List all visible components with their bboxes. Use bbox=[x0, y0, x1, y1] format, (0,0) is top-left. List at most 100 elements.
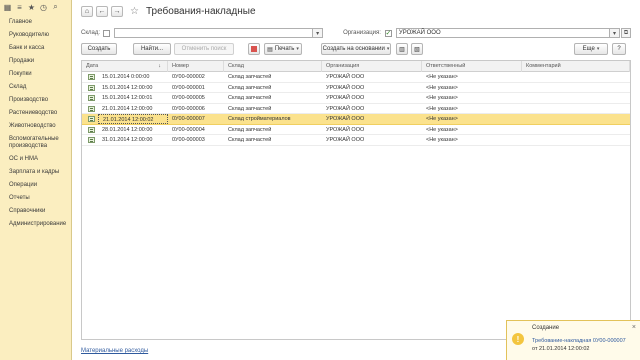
search-icon[interactable]: ⌕ bbox=[51, 2, 60, 12]
structure-button[interactable]: ▥ bbox=[396, 43, 408, 55]
sidebar-item[interactable]: Растениеводство bbox=[0, 107, 71, 120]
warehouse-dropdown-button[interactable]: ▾ bbox=[313, 28, 324, 38]
documents-table[interactable]: Дата ↓ Номер Склад Организация Ответственный К… bbox=[81, 60, 631, 340]
home-icon: ⌂ bbox=[84, 7, 90, 15]
cell-comment bbox=[522, 93, 630, 103]
print-button[interactable]: ▤ Печать ▾ bbox=[264, 43, 302, 55]
notification-detail: от 21.01.2014 12:00:02 bbox=[532, 346, 590, 352]
open-form-icon: ⧉ bbox=[623, 29, 629, 36]
help-button[interactable]: ? bbox=[612, 43, 626, 55]
attached-files-icon: ▧ bbox=[414, 46, 420, 53]
table-row[interactable]: 15.01.2014 12:00:00 0У00-000001 Склад запч… bbox=[82, 83, 630, 93]
create-based-on-button[interactable]: Создать на основании ▾ bbox=[321, 43, 391, 55]
cell-org: УРОЖАЙ ООО bbox=[326, 95, 365, 101]
posted-document-icon bbox=[88, 126, 95, 133]
notification-title: Создание bbox=[532, 325, 560, 331]
cell-date: 28.01.2014 12:00:00 bbox=[102, 126, 153, 133]
warehouse-filter-input[interactable] bbox=[113, 28, 314, 38]
sidebar-item[interactable]: Зарплата и кадры bbox=[0, 166, 71, 179]
table-row[interactable]: 28.01.2014 12:00:00 0У00-000004 Склад запч… bbox=[82, 125, 630, 135]
column-header-label: Склад bbox=[228, 63, 244, 69]
cell-resp: <Не указан> bbox=[426, 116, 458, 122]
cell-warehouse: Склад запчастей bbox=[228, 126, 272, 133]
warehouse-filter-checkbox[interactable] bbox=[102, 29, 110, 37]
cell-resp: <Не указан> bbox=[426, 95, 458, 101]
column-header-label: Дата bbox=[86, 63, 99, 69]
cell-date: 31.01.2014 12:00:00 bbox=[102, 137, 153, 143]
posted-document-icon bbox=[88, 74, 95, 80]
sidebar-item[interactable]: Главное bbox=[0, 16, 71, 29]
notification-link[interactable]: Требование-накладная 0У00-000007 bbox=[532, 338, 626, 344]
sidebar-item[interactable]: Отчеты bbox=[0, 192, 71, 205]
sidebar-item[interactable]: Справочники bbox=[0, 205, 71, 218]
sidebar-item[interactable]: Продажи bbox=[0, 55, 71, 68]
cell-date: 21.01.2014 12:00:02 bbox=[98, 114, 168, 124]
sidebar-item[interactable]: ОС и НМА bbox=[0, 153, 71, 166]
back-button[interactable]: ← bbox=[96, 5, 108, 17]
organization-dropdown-button[interactable]: ▾ bbox=[610, 28, 621, 38]
sort-arrow-icon: ↓ bbox=[158, 63, 161, 69]
sidebar-item[interactable]: Склад bbox=[0, 81, 71, 94]
column-header[interactable]: Организация bbox=[322, 61, 422, 72]
column-header[interactable]: Комментарий bbox=[522, 61, 630, 72]
column-header[interactable]: Дата ↓ bbox=[82, 61, 168, 72]
find-button[interactable]: Найти... bbox=[133, 43, 171, 55]
sidebar-item[interactable]: Банк и касса bbox=[0, 42, 71, 55]
sidebar-item[interactable]: Вспомогательные производства bbox=[0, 133, 71, 153]
sidebar-item[interactable]: Руководителю bbox=[0, 29, 71, 42]
table-row[interactable]: 15.01.2014 0:00:00 0У00-000002 Склад запча… bbox=[82, 72, 630, 83]
cell-date: 15.01.2014 0:00:00 bbox=[102, 74, 150, 80]
cell-resp: <Не указан> bbox=[426, 84, 458, 91]
filter-bar: Склад: ▾ Организация: ✓ УРОЖАЙ ООО ▾ ⧉ bbox=[81, 27, 631, 39]
cell-warehouse: Склад запчастей bbox=[228, 137, 272, 143]
sidebar-item[interactable]: Животноводство bbox=[0, 120, 71, 133]
cell-date: 15.01.2014 12:00:00 bbox=[102, 84, 153, 91]
menu-icon[interactable]: ≡ bbox=[15, 3, 24, 12]
organization-filter-input[interactable]: УРОЖАЙ ООО bbox=[395, 28, 611, 38]
sidebar-item[interactable]: Производство bbox=[0, 94, 71, 107]
info-icon: ! bbox=[512, 333, 524, 345]
cancel-search-label: Отменить поиск bbox=[181, 46, 227, 52]
organization-filter-label: Организация: bbox=[343, 30, 381, 36]
sidebar-item[interactable]: Операции bbox=[0, 179, 71, 192]
attached-files-button[interactable]: ▧ bbox=[411, 43, 423, 55]
more-button[interactable]: Еще ▾ bbox=[574, 43, 608, 55]
posted-document-icon bbox=[88, 116, 95, 122]
mark-deletion-button[interactable] bbox=[248, 43, 260, 55]
table-row[interactable]: 15.01.2014 12:00:01 0У00-000005 Склад запч… bbox=[82, 93, 630, 104]
column-header[interactable]: Ответственный bbox=[422, 61, 522, 72]
table-row[interactable]: 21.01.2014 12:00:00 0У00-000006 Склад запч… bbox=[82, 104, 630, 114]
sidebar-item[interactable]: Администрирование bbox=[0, 218, 71, 231]
close-icon[interactable]: × bbox=[632, 324, 636, 331]
print-button-label: Печать bbox=[274, 46, 295, 52]
forward-button[interactable]: → bbox=[111, 5, 123, 17]
create-button[interactable]: Создать bbox=[81, 43, 117, 55]
warehouse-filter-label: Склад: bbox=[81, 30, 101, 36]
cell-org: УРОЖАЙ ООО bbox=[326, 116, 365, 122]
column-header[interactable]: Склад bbox=[224, 61, 322, 72]
sidebar-item[interactable]: Покупки bbox=[0, 68, 71, 81]
column-header-label: Организация bbox=[326, 63, 360, 69]
arrow-right-icon: → bbox=[113, 7, 121, 15]
column-header[interactable]: Номер bbox=[168, 61, 224, 72]
favorite-star-icon[interactable]: ☆ bbox=[130, 6, 139, 17]
cell-warehouse: Склад запчастей bbox=[228, 84, 272, 91]
home-button[interactable]: ⌂ bbox=[81, 5, 93, 17]
cell-org: УРОЖАЙ ООО bbox=[326, 137, 365, 143]
cell-resp: <Не указан> bbox=[426, 137, 458, 143]
apps-grid-icon[interactable]: ▦ bbox=[3, 3, 12, 12]
table-row[interactable]: 31.01.2014 12:00:00 0У00-000003 Склад запч… bbox=[82, 135, 630, 146]
cell-number: 0У00-000003 bbox=[172, 137, 205, 143]
cancel-search-button[interactable]: Отменить поиск bbox=[174, 43, 234, 55]
table-row[interactable]: 21.01.2014 12:00:02 0У00-000007 Склад стро… bbox=[82, 114, 630, 125]
material-expenses-link[interactable]: Материальные расходы bbox=[81, 348, 148, 354]
organization-open-button[interactable]: ⧉ bbox=[621, 28, 631, 38]
cell-comment bbox=[522, 83, 630, 93]
sections-panel: ▦ ≡ ★ ◷ ⌕ Главное Руководителю Банк и касс… bbox=[0, 0, 72, 360]
posted-document-icon bbox=[88, 95, 95, 101]
organization-filter-checkbox[interactable]: ✓ bbox=[384, 29, 392, 37]
history-icon[interactable]: ◷ bbox=[39, 3, 48, 12]
star-icon[interactable]: ★ bbox=[27, 3, 36, 12]
cell-comment bbox=[522, 125, 630, 135]
notification-popup[interactable]: ! × Создание Требование-накладная 0У00-0… bbox=[506, 320, 640, 360]
